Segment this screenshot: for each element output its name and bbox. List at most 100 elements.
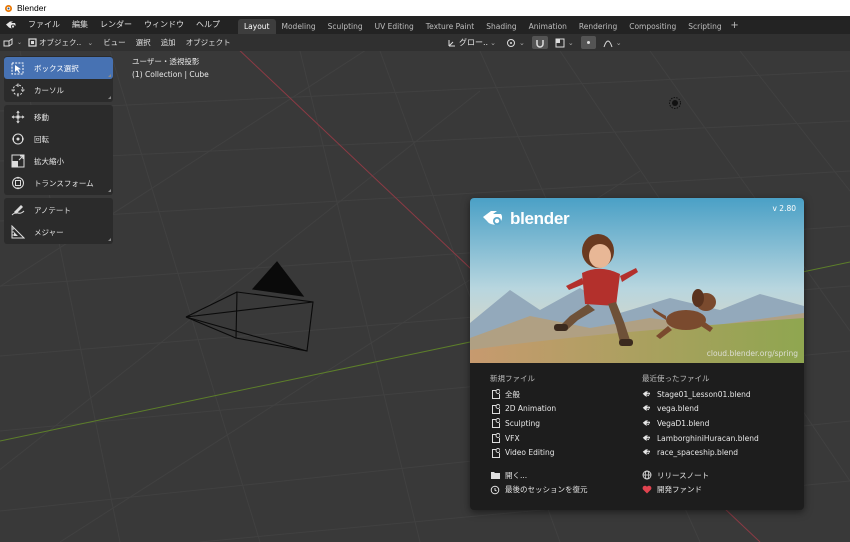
recent-file-label: LamborghiniHuracan.blend [657,433,759,443]
top-bar: ファイル 編集 レンダー ウィンドウ ヘルプ Layout Modeling Sculpti… [0,16,850,34]
recent-file-item[interactable]: Stage01_Lesson01.blend [642,387,759,402]
menu-item[interactable]: ファイル [22,16,66,34]
workspace-tab[interactable]: UV Editing [369,19,420,34]
new-file-label: VFX [505,433,520,443]
editor-type-icon [3,37,13,46]
proportional-falloff-select[interactable]: ⌄ [600,36,625,49]
release-notes-label: リリースノート [657,470,710,480]
splash-screen[interactable]: blender v 2.80 cloud.blender.org/spring … [470,198,804,510]
proportional-edit-toggle[interactable] [580,36,596,49]
snap-toggle[interactable] [531,36,548,49]
tool-annotate[interactable]: アノテート [4,199,113,221]
blender-app-icon [5,5,12,12]
chevron-down-icon: ⌄ [518,38,525,47]
menu-item[interactable]: ヘルプ [190,16,226,34]
viewport-menu-item[interactable]: オブジェクト [181,37,236,48]
collection-info: (1) Collection | Cube [132,70,209,79]
recent-file-item[interactable]: LamborghiniHuracan.blend [642,431,759,446]
tool-label: 拡大縮小 [34,156,64,166]
new-file-template[interactable]: Sculpting [490,416,556,431]
open-file-label: 開く... [505,470,528,480]
workspace-tab[interactable]: Shading [480,19,522,34]
tool-label: ボックス選択 [34,63,79,73]
recover-session-link[interactable]: 最後のセッションを復元 [490,483,588,498]
pivot-icon [506,38,515,47]
transform-icon [10,176,25,191]
recent-file-item[interactable]: race_spaceship.blend [642,445,759,460]
falloff-curve-icon [603,40,613,47]
menu-item[interactable]: 編集 [66,16,94,34]
version-label: v 2.80 [772,204,796,213]
menu-item[interactable]: レンダー [94,16,138,34]
orientation-label: グロー.. [459,38,489,47]
workspace-tab[interactable]: Compositing [623,19,682,34]
new-file-template[interactable]: 全般 [490,387,556,402]
workspace-tab[interactable]: Sculpting [322,19,369,34]
object-mode-icon [28,38,37,47]
recent-file-item[interactable]: VegaD1.blend [642,416,759,431]
folder-icon [490,470,500,480]
recent-files-heading: 最近使ったファイル [642,374,710,383]
add-workspace-button[interactable]: + [728,18,742,33]
open-file-link[interactable]: 開く... [490,468,588,483]
tool-measure[interactable]: メジャー [4,221,113,243]
tool-label: トランスフォーム [34,178,94,188]
workspace-tab[interactable]: Modeling [276,19,322,34]
workspace-tab[interactable]: Texture Paint [420,19,480,34]
recent-file-label: race_spaceship.blend [657,448,739,458]
mode-select[interactable]: オブジェク.. ⌄ [25,36,96,49]
workspace-tab[interactable]: Layout [238,19,276,34]
menu-item[interactable]: ウィンドウ [138,16,190,34]
splash-bottom-left: 開く... 最後のセッションを復元 [490,468,588,497]
viewport-header-right: グロー.. ⌄ ⌄ ⌄ ⌄ [444,36,625,49]
viewport-menu-item[interactable]: 選択 [131,37,156,48]
new-file-template[interactable]: VFX [490,431,556,446]
development-fund-link[interactable]: 開発ファンド [642,483,709,498]
tool-move[interactable]: 移動 [4,106,113,128]
tool-box-select[interactable]: ボックス選択 [4,57,113,79]
new-file-icon [490,447,500,458]
workspace-tab[interactable]: Rendering [573,19,623,34]
new-file-label: Video Editing [505,448,555,458]
editor-type-button[interactable]: ⌄ [0,36,25,49]
new-file-template[interactable]: 2D Animation [490,402,556,417]
measure-icon [10,225,25,240]
release-notes-link[interactable]: リリースノート [642,468,709,483]
pivot-point-select[interactable]: ⌄ [503,36,528,49]
tool-group: アノテートメジャー [4,198,113,244]
light-object-icon[interactable] [668,96,682,110]
globe-icon [642,470,652,480]
scale-icon [10,154,25,169]
proportional-edit-icon [586,41,590,44]
viewport-menu-item[interactable]: 追加 [156,37,181,48]
tool-variants-indicator [108,189,111,192]
tool-rotate[interactable]: 回転 [4,128,113,150]
development-fund-label: 開発ファンド [657,485,702,495]
recent-file-item[interactable]: vega.blend [642,402,759,417]
workspace-tab[interactable]: Scripting [682,19,727,34]
move-icon [10,110,25,125]
viewport-menus: ビュー 選択 追加 オブジェクト [98,37,236,48]
mode-label: オブジェク.. [39,38,82,47]
tool-label: カーソル [34,85,64,95]
workspace-tab[interactable]: Animation [523,19,573,34]
viewport-menu-item[interactable]: ビュー [98,37,131,48]
tool-label: アノテート [34,205,71,215]
new-file-icon [490,433,500,444]
blend-file-icon [642,448,652,458]
snap-target-select[interactable]: ⌄ [552,36,577,49]
tool-transform[interactable]: トランスフォーム [4,172,113,194]
tool-cursor[interactable]: カーソル [4,79,113,101]
camera-object [185,261,314,352]
recover-session-label: 最後のセッションを復元 [505,485,588,495]
blender-logo-icon [483,211,503,225]
transform-orientation-select[interactable]: グロー.. ⌄ [444,36,499,49]
cursor-icon [10,83,25,98]
blender-menu-icon[interactable] [0,16,22,34]
new-file-heading: 新規ファイル [490,374,535,383]
new-file-template[interactable]: Video Editing [490,445,556,460]
blender-logo: blender [481,208,570,230]
tool-scale[interactable]: 拡大縮小 [4,150,113,172]
tool-variants-indicator [108,238,111,241]
image-credit[interactable]: cloud.blender.org/spring [707,349,798,358]
